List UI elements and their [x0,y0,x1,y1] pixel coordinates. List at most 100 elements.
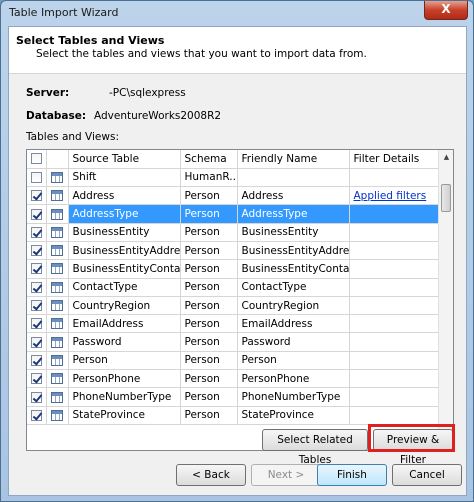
applied-filters-link[interactable]: Applied filters [354,190,427,202]
source-table-cell: BusinessEntityAddress [68,241,181,261]
row-checkbox-cell[interactable] [27,314,47,334]
next-button[interactable]: Next > [251,464,321,486]
filter-details-cell[interactable] [349,168,440,188]
row-checkbox-cell[interactable] [27,296,47,316]
friendly-name-cell[interactable]: BusinessEntityContact [237,259,350,279]
filter-details-cell[interactable] [349,259,440,279]
friendly-name-cell[interactable]: Password [237,332,350,352]
row-checkbox-cell[interactable] [27,186,47,206]
filter-details-cell[interactable] [349,314,440,334]
source-table-cell: BusinessEntity [68,223,181,242]
friendly-name-cell[interactable]: StateProvince [237,406,350,425]
row-checkbox[interactable] [30,281,42,293]
table-row[interactable]: StateProvince Person StateProvince [27,406,440,425]
filter-details-cell[interactable] [349,223,440,242]
table-row[interactable]: Password Person Password [27,332,440,352]
filter-details-cell[interactable] [349,351,440,371]
filter-details-cell[interactable] [349,296,440,316]
table-row[interactable]: CountryRegion Person CountryRegion [27,296,440,316]
title-bar[interactable]: Table Import Wizard X [1,1,473,25]
close-button[interactable]: X [424,1,468,20]
column-header[interactable]: Friendly Name [237,150,350,169]
row-checkbox[interactable] [30,409,42,421]
row-checkbox[interactable] [30,300,42,312]
friendly-name-cell[interactable]: Person [237,351,350,371]
row-checkbox[interactable] [30,373,42,385]
row-checkbox[interactable] [30,263,42,275]
schema-cell: Person [180,332,238,352]
row-checkbox[interactable] [30,318,42,330]
row-checkbox[interactable] [30,391,42,403]
table-row[interactable]: PersonPhone Person PersonPhone [27,369,440,389]
row-checkbox[interactable] [30,245,42,257]
row-checkbox[interactable] [30,208,42,220]
row-checkbox-cell[interactable] [27,241,47,261]
friendly-name-cell[interactable]: PhoneNumberType [237,387,350,407]
row-checkbox[interactable] [30,354,42,366]
table-row[interactable]: PhoneNumberType Person PhoneNumberType [27,387,440,407]
table-row[interactable]: AddressType Person AddressType [27,204,440,224]
column-header[interactable]: Schema [180,150,238,169]
friendly-name-cell[interactable]: ContactType [237,278,350,297]
row-checkbox[interactable] [30,171,42,183]
source-table-cell: BusinessEntityContact [68,259,181,279]
scroll-up-icon[interactable]: ▲ [439,150,453,165]
row-checkbox[interactable] [30,226,42,238]
filter-details-cell[interactable] [349,241,440,261]
row-checkbox-cell[interactable] [27,204,47,224]
row-checkbox-cell[interactable] [27,223,47,242]
row-checkbox-cell[interactable] [27,369,47,389]
filter-details-cell[interactable] [349,204,440,224]
select-related-tables-button[interactable]: Select Related Tables [262,429,368,466]
friendly-name-cell[interactable]: BusinessEntity [237,223,350,242]
row-icon-cell [46,387,69,407]
row-checkbox-cell[interactable] [27,278,47,297]
friendly-name-cell[interactable]: CountryRegion [237,296,350,316]
row-icon-cell [46,204,69,224]
filter-details-cell[interactable] [349,369,440,389]
schema-cell: Person [180,369,238,389]
select-all-checkbox[interactable] [30,153,42,165]
back-button[interactable]: < Back [176,464,246,486]
table-row[interactable]: BusinessEntityContact Person BusinessEntit… [27,259,440,279]
row-checkbox[interactable] [30,190,42,202]
table-icon [51,318,63,330]
row-checkbox[interactable] [30,336,42,348]
server-value: -PC\sqlexpress [109,87,186,99]
table-row[interactable]: Person Person Person [27,351,440,371]
friendly-name-cell[interactable]: PersonPhone [237,369,350,389]
grid-vertical-scrollbar[interactable]: ▲ ▼ [438,150,453,450]
tables-grid[interactable]: Source Table Schema Friendly Name Filter… [26,149,454,451]
filter-details-cell[interactable] [349,332,440,352]
table-row[interactable]: BusinessEntity Person BusinessEntity [27,223,440,242]
filter-details-cell[interactable]: Applied filters [349,186,440,206]
table-icon [51,263,63,275]
friendly-name-cell[interactable]: BusinessEntityAddress [237,241,350,261]
friendly-name-cell[interactable]: Address [237,186,350,206]
column-header[interactable]: Filter Details [349,150,440,169]
table-row[interactable]: BusinessEntityAddress Person BusinessEntit… [27,241,440,261]
filter-details-cell[interactable] [349,278,440,297]
row-checkbox-cell[interactable] [27,387,47,407]
table-row[interactable]: ContactType Person ContactType [27,278,440,297]
filter-details-cell[interactable] [349,387,440,407]
friendly-name-cell[interactable] [237,168,350,188]
table-row[interactable]: EmailAddress Person EmailAddress [27,314,440,334]
filter-details-cell[interactable] [349,406,440,425]
row-checkbox-cell[interactable] [27,168,47,188]
page-title: Select Tables and Views [16,34,165,47]
row-checkbox-cell[interactable] [27,332,47,352]
row-checkbox-cell[interactable] [27,351,47,371]
row-checkbox-cell[interactable] [27,259,47,279]
cancel-button[interactable]: Cancel [392,464,462,486]
friendly-name-cell[interactable]: EmailAddress [237,314,350,334]
row-icon-cell [46,223,69,242]
table-row[interactable]: Address Person Address Applied filters [27,186,440,206]
row-checkbox-cell[interactable] [27,406,47,425]
table-row[interactable]: Shift HumanR... [27,168,440,188]
select-all-cell[interactable] [27,150,47,169]
column-header[interactable]: Source Table [68,150,181,169]
scroll-thumb[interactable] [441,184,451,212]
finish-button[interactable]: Finish [317,464,387,486]
friendly-name-cell[interactable]: AddressType [237,204,350,224]
